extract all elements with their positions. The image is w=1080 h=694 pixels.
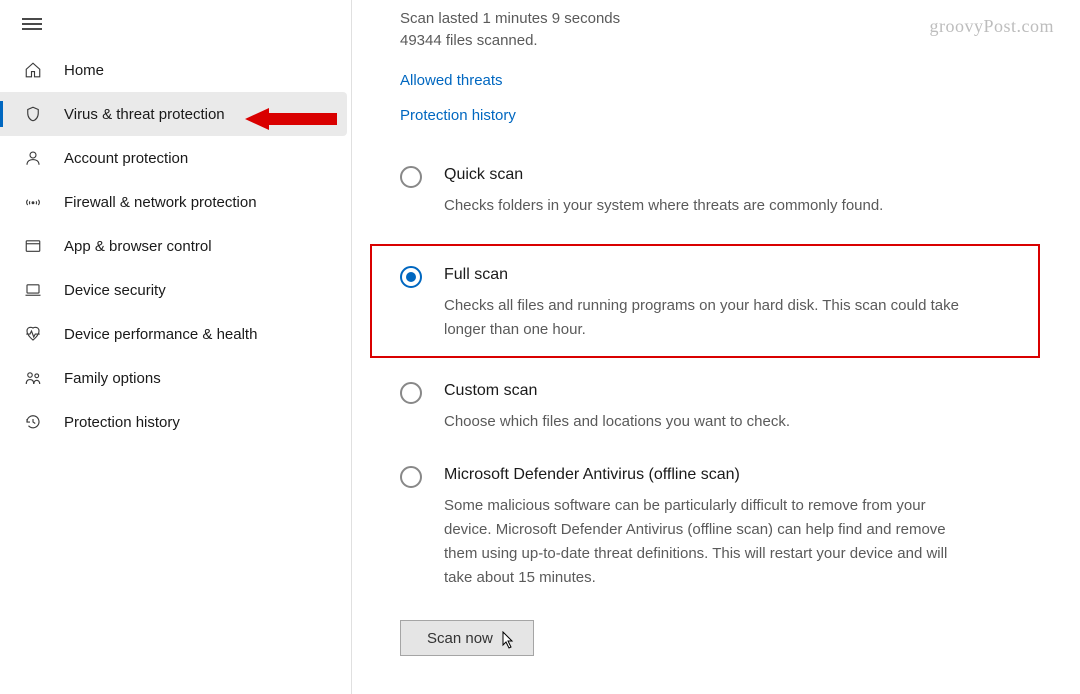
sidebar-item-device-security[interactable]: Device security	[0, 268, 347, 312]
option-full-scan[interactable]: Full scan Checks all files and running p…	[370, 244, 1040, 358]
family-icon	[24, 369, 42, 387]
heart-icon	[24, 325, 42, 343]
option-desc: Some malicious software can be particula…	[444, 494, 964, 590]
sidebar-item-label: Device security	[64, 282, 166, 299]
sidebar-item-label: Device performance & health	[64, 326, 257, 343]
radio-custom-scan[interactable]	[400, 382, 422, 404]
sidebar-item-label: Family options	[64, 370, 161, 387]
menu-icon[interactable]	[0, 4, 44, 48]
sidebar-item-protection-history[interactable]: Protection history	[0, 400, 347, 444]
radio-offline-scan[interactable]	[400, 466, 422, 488]
sidebar-item-account[interactable]: Account protection	[0, 136, 347, 180]
option-title: Quick scan	[444, 164, 1040, 186]
sidebar-item-label: App & browser control	[64, 238, 212, 255]
antenna-icon	[24, 193, 42, 211]
option-custom-scan[interactable]: Custom scan Choose which files and locat…	[400, 380, 1040, 464]
sidebar-item-label: Protection history	[64, 414, 180, 431]
option-title: Microsoft Defender Antivirus (offline sc…	[444, 464, 1040, 486]
home-icon	[24, 61, 42, 79]
radio-quick-scan[interactable]	[400, 166, 422, 188]
option-desc: Checks folders in your system where thre…	[444, 194, 964, 218]
mouse-cursor-icon	[502, 631, 516, 649]
allowed-threats-link[interactable]: Allowed threats	[400, 72, 1040, 89]
sidebar-item-label: Firewall & network protection	[64, 194, 257, 211]
sidebar-item-firewall[interactable]: Firewall & network protection	[0, 180, 347, 224]
watermark-text: groovyPost.com	[929, 16, 1054, 37]
sidebar-item-home[interactable]: Home	[0, 48, 347, 92]
sidebar-item-label: Account protection	[64, 150, 188, 167]
scan-now-button[interactable]: Scan now	[400, 620, 534, 656]
app-icon	[24, 237, 42, 255]
option-title: Full scan	[444, 264, 1026, 286]
laptop-icon	[24, 281, 42, 299]
highlight-arrow	[245, 108, 337, 130]
sidebar-item-app-browser[interactable]: App & browser control	[0, 224, 347, 268]
sidebar-item-label: Virus & threat protection	[64, 106, 225, 123]
history-icon	[24, 413, 42, 431]
sidebar-item-performance[interactable]: Device performance & health	[0, 312, 347, 356]
option-title: Custom scan	[444, 380, 1040, 402]
radio-full-scan[interactable]	[400, 266, 422, 288]
scan-now-label: Scan now	[427, 630, 493, 647]
sidebar-item-family[interactable]: Family options	[0, 356, 347, 400]
sidebar: Home Virus & threat protection Account p…	[0, 0, 352, 694]
option-desc: Checks all files and running programs on…	[444, 294, 964, 342]
option-offline-scan[interactable]: Microsoft Defender Antivirus (offline sc…	[400, 464, 1040, 620]
option-desc: Choose which files and locations you wan…	[444, 410, 964, 434]
person-icon	[24, 149, 42, 167]
main-content: groovyPost.com Scan lasted 1 minutes 9 s…	[352, 0, 1080, 694]
option-quick-scan[interactable]: Quick scan Checks folders in your system…	[400, 164, 1040, 248]
protection-history-link[interactable]: Protection history	[400, 107, 1040, 124]
shield-icon	[24, 105, 42, 123]
sidebar-item-label: Home	[64, 62, 104, 79]
